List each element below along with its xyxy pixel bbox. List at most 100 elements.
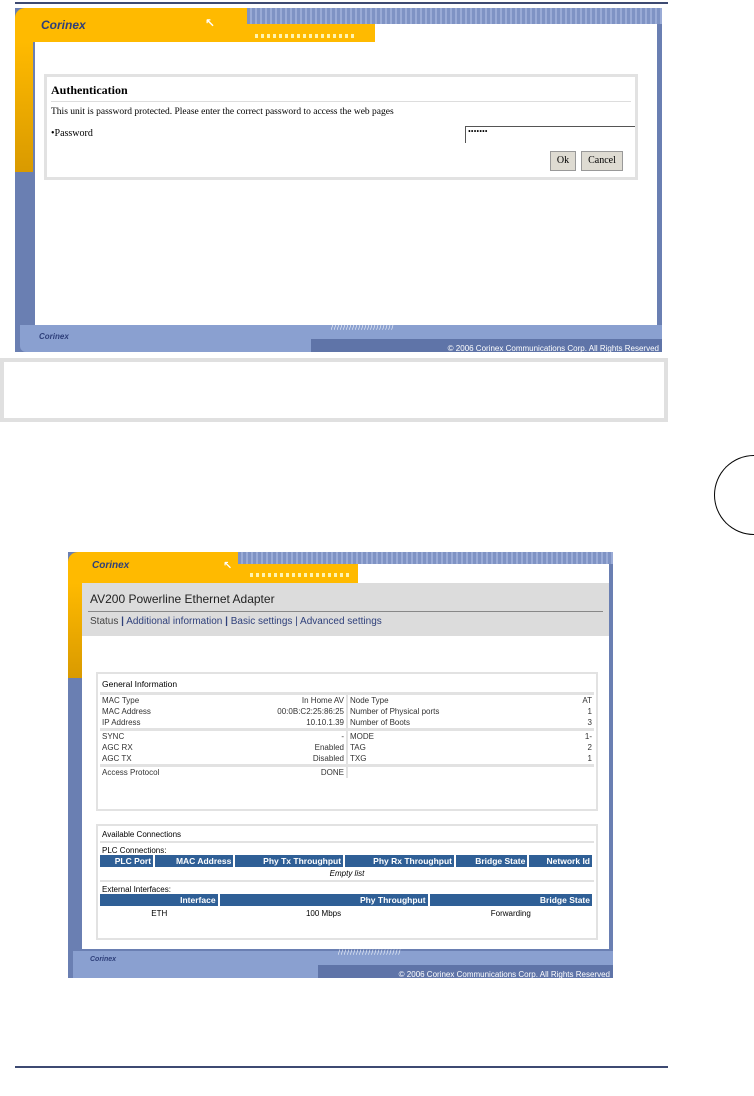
table-row: SYNC - MODE 1- (100, 731, 594, 742)
auth-panel: Authentication This unit is password pro… (44, 74, 638, 180)
ext-label: External Interfaces: (102, 885, 171, 894)
general-table-3: Access Protocol DONE (100, 767, 594, 778)
corinex-logo: Corinex (92, 560, 130, 571)
nav-status[interactable]: Status (90, 616, 118, 627)
nav-advanced-settings[interactable]: Advanced settings (300, 616, 382, 627)
column-header: Phy Tx Throughput (234, 855, 346, 867)
label-cell: AGC RX (102, 743, 133, 752)
value-cell: 10.10.1.39 (223, 717, 348, 728)
copyright: © 2006 Corinex Communications Corp. All … (398, 970, 610, 978)
table-row: Access Protocol DONE (100, 767, 594, 778)
value-cell: 2 (587, 743, 592, 752)
label-cell: Node Type (350, 696, 389, 705)
value-cell: 3 (587, 718, 592, 727)
plc-table: PLC Port MAC Address Phy Tx Throughput Phy … (100, 855, 594, 867)
label-cell: IP Address (102, 718, 141, 727)
footer-logo: Corinex (39, 332, 69, 341)
cancel-button[interactable]: Cancel (581, 151, 623, 171)
column-header: Phy Rx Throughput (344, 855, 457, 867)
ok-button[interactable]: Ok (550, 151, 576, 171)
auth-message: This unit is password protected. Please … (51, 107, 394, 117)
label-cell: TXG (350, 754, 367, 763)
value-cell: AT (582, 696, 592, 705)
value-cell: 00:0B:C2:25:86:25 (223, 706, 348, 717)
general-table-1: MAC Type In Home AV Node Type AT MAC Address… (100, 695, 594, 728)
table-row: AGC RX Enabled TAG 2 (100, 742, 594, 753)
password-input[interactable]: ••••••• (465, 126, 635, 143)
column-header: Interface (100, 894, 220, 906)
value-cell: - (223, 731, 348, 742)
value-cell: 1 (587, 754, 592, 763)
auth-title: Authentication (51, 83, 128, 97)
top-rule (15, 2, 668, 4)
header-pattern (238, 552, 613, 564)
column-header: PLC Port (100, 855, 156, 867)
title-band: AV200 Powerline Ethernet Adapter Status … (82, 583, 609, 636)
divider (51, 101, 631, 102)
value-cell: 1 (587, 707, 592, 716)
footer-pattern: ///////////////////// (331, 324, 395, 331)
plc-empty: Empty list (100, 867, 594, 882)
table-cell: ETH (151, 909, 168, 918)
label-cell: Number of Boots (350, 718, 411, 727)
label-cell: TAG (350, 743, 366, 752)
label-cell: AGC TX (102, 754, 132, 763)
connections-panel: Available Connections PLC Connections: P… (96, 824, 598, 940)
nav-additional-information[interactable]: Additional information (126, 616, 222, 627)
table-row: IP Address 10.10.1.39 Number of Boots 3 (100, 717, 594, 728)
label-cell: MODE (350, 732, 374, 741)
arrow-icon: ↖ (205, 16, 216, 30)
content-top (375, 24, 657, 44)
nav-bar: Status | Additional information | Basic … (90, 616, 382, 627)
connections-heading: Available Connections (100, 828, 594, 843)
value-cell: In Home AV (223, 695, 348, 706)
sidebar-accent (15, 42, 33, 172)
empty-cell (347, 767, 594, 778)
content-top (358, 564, 609, 584)
general-information-panel: General Information MAC Type In Home AV No… (96, 672, 598, 811)
value-cell: Enabled (223, 742, 348, 753)
column-header: Phy Throughput (218, 894, 430, 906)
label-cell: Access Protocol (102, 768, 160, 777)
value-cell: DONE (223, 767, 348, 778)
label-cell: MAC Type (102, 696, 140, 705)
column-header: Bridge State (455, 855, 530, 867)
sidebar-accent (68, 583, 82, 678)
password-label: •Password (51, 128, 93, 139)
column-header: MAC Address (154, 855, 236, 867)
plc-label: PLC Connections: (102, 846, 167, 855)
general-table-2: SYNC - MODE 1- AGC RX Enabled TAG 2 AGC TX Disabl… (100, 731, 594, 764)
divider (88, 611, 603, 612)
table-cell: 100 Mbps (305, 909, 342, 918)
bottom-rule (15, 1066, 668, 1068)
header-pattern (247, 8, 662, 24)
chapter-tab-circle (714, 455, 754, 535)
value-cell: Disabled (223, 753, 348, 764)
table-row: ETH 100 Mbps Forwarding (100, 906, 593, 921)
header-stripe (250, 573, 350, 577)
table-row: MAC Type In Home AV Node Type AT (100, 695, 594, 706)
label-cell: MAC Address (102, 707, 151, 716)
table-row: MAC Address 00:0B:C2:25:86:25 Number of Ph… (100, 706, 594, 717)
label-cell: Number of Physical ports (350, 707, 440, 716)
corinex-logo: Corinex (41, 18, 86, 32)
status-screenshot: Corinex ↖ AV200 Powerline Ethernet Adapt… (68, 552, 613, 978)
table-cell: Forwarding (490, 909, 531, 918)
column-header: Bridge State (428, 894, 595, 906)
footer-logo: Corinex (90, 956, 117, 963)
arrow-icon: ↖ (223, 559, 233, 572)
general-heading: General Information (100, 676, 594, 695)
nav-basic-settings[interactable]: Basic settings (231, 616, 293, 627)
note-box (0, 358, 668, 422)
header-stripe (255, 34, 355, 38)
footer-copyright-band: © 2006 Corinex Communications Corp. All … (318, 965, 613, 978)
page-title: AV200 Powerline Ethernet Adapter (90, 592, 275, 606)
table-row: AGC TX Disabled TXG 1 (100, 753, 594, 764)
label-cell: SYNC (102, 732, 125, 741)
footer-copyright-band: © 2006 Corinex Communications Corp. All … (311, 339, 662, 352)
ext-table: Interface Phy Throughput Bridge State ETH 10… (100, 894, 595, 921)
footer-pattern: ///////////////////// (338, 949, 402, 956)
column-header: Network Id (528, 855, 594, 867)
copyright: © 2006 Corinex Communications Corp. All … (447, 344, 659, 352)
value-cell: 1- (584, 732, 592, 741)
